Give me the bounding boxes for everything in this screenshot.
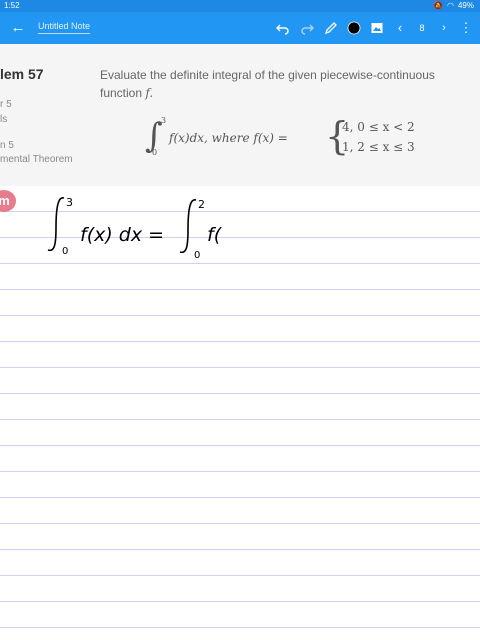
app-bar: ← Untitled Note ‹ 8 › ⋮: [0, 12, 480, 44]
section-title: mental Theorem: [0, 154, 73, 165]
black-color-swatch-icon: [347, 21, 361, 35]
clock: 1:52: [4, 1, 20, 10]
handwritten-right-lower-limit: 0: [194, 250, 200, 261]
note-title[interactable]: Untitled Note: [38, 21, 91, 34]
pen-button[interactable]: [320, 17, 342, 39]
handwritten-integral-right: [179, 199, 197, 254]
status-icons: 🔕 ◠ 49%: [433, 0, 474, 12]
section-label: n 5: [0, 140, 14, 151]
handwritten-left-upper-limit: 3: [66, 196, 73, 209]
undo-button[interactable]: [272, 17, 294, 39]
question-line-2: function f.: [100, 84, 470, 102]
piecewise-case-1: 4, 0 ≤ x < 2: [342, 120, 415, 134]
logo-letter: m: [0, 193, 10, 208]
status-bar: 1:52 🔕 ◠ 49%: [0, 0, 480, 12]
handwritten-integral-left: [47, 197, 65, 252]
pen-icon: [324, 22, 337, 35]
question-header: lem 57 r 5 ls n 5 mental Theorem Evaluat…: [0, 44, 480, 186]
integral-lower-limit: 0: [152, 148, 158, 157]
page-number: 8: [419, 23, 425, 33]
wifi-icon: ◠: [447, 1, 454, 10]
handwritten-left-expression: f(x) dx =: [80, 224, 164, 246]
integral-formula: ∫ 3 0 f(x)dx, where f(x) = { 4, 0 ≤ x < …: [145, 114, 465, 164]
piecewise-case-2: 1, 2 ≤ x ≤ 3: [342, 140, 415, 154]
function-symbol: f.: [145, 86, 154, 100]
color-picker-button[interactable]: [343, 17, 365, 39]
next-page-button[interactable]: ›: [433, 17, 455, 39]
handwriting-layer: 3 0 f(x) dx = 2 0 f(: [47, 196, 223, 261]
problem-number: lem 57: [0, 66, 44, 82]
handwritten-right-upper-limit: 2: [198, 198, 205, 211]
question-line-2-text: function: [100, 86, 143, 100]
handwritten-right-expression: f(: [207, 224, 223, 246]
redo-button[interactable]: [296, 17, 318, 39]
chapter-title: ls: [0, 114, 8, 125]
image-icon: [371, 23, 383, 33]
more-options-button[interactable]: ⋮: [455, 17, 477, 39]
redo-icon: [301, 24, 315, 35]
integrand-text: f(x)dx, where f(x) =: [169, 131, 288, 145]
previous-page-button[interactable]: ‹: [389, 17, 411, 39]
chapter-label: r 5: [0, 99, 12, 110]
mute-icon: 🔕: [433, 1, 443, 10]
handwritten-left-lower-limit: 0: [62, 246, 68, 257]
question-text: Evaluate the definite integral of the gi…: [100, 66, 470, 102]
image-button[interactable]: [366, 17, 388, 39]
integral-upper-limit: 3: [161, 116, 167, 125]
question-line-1: Evaluate the definite integral of the gi…: [100, 68, 435, 82]
back-button[interactable]: ←: [6, 16, 30, 40]
undo-icon: [275, 24, 289, 35]
battery-level: 49%: [457, 1, 474, 10]
